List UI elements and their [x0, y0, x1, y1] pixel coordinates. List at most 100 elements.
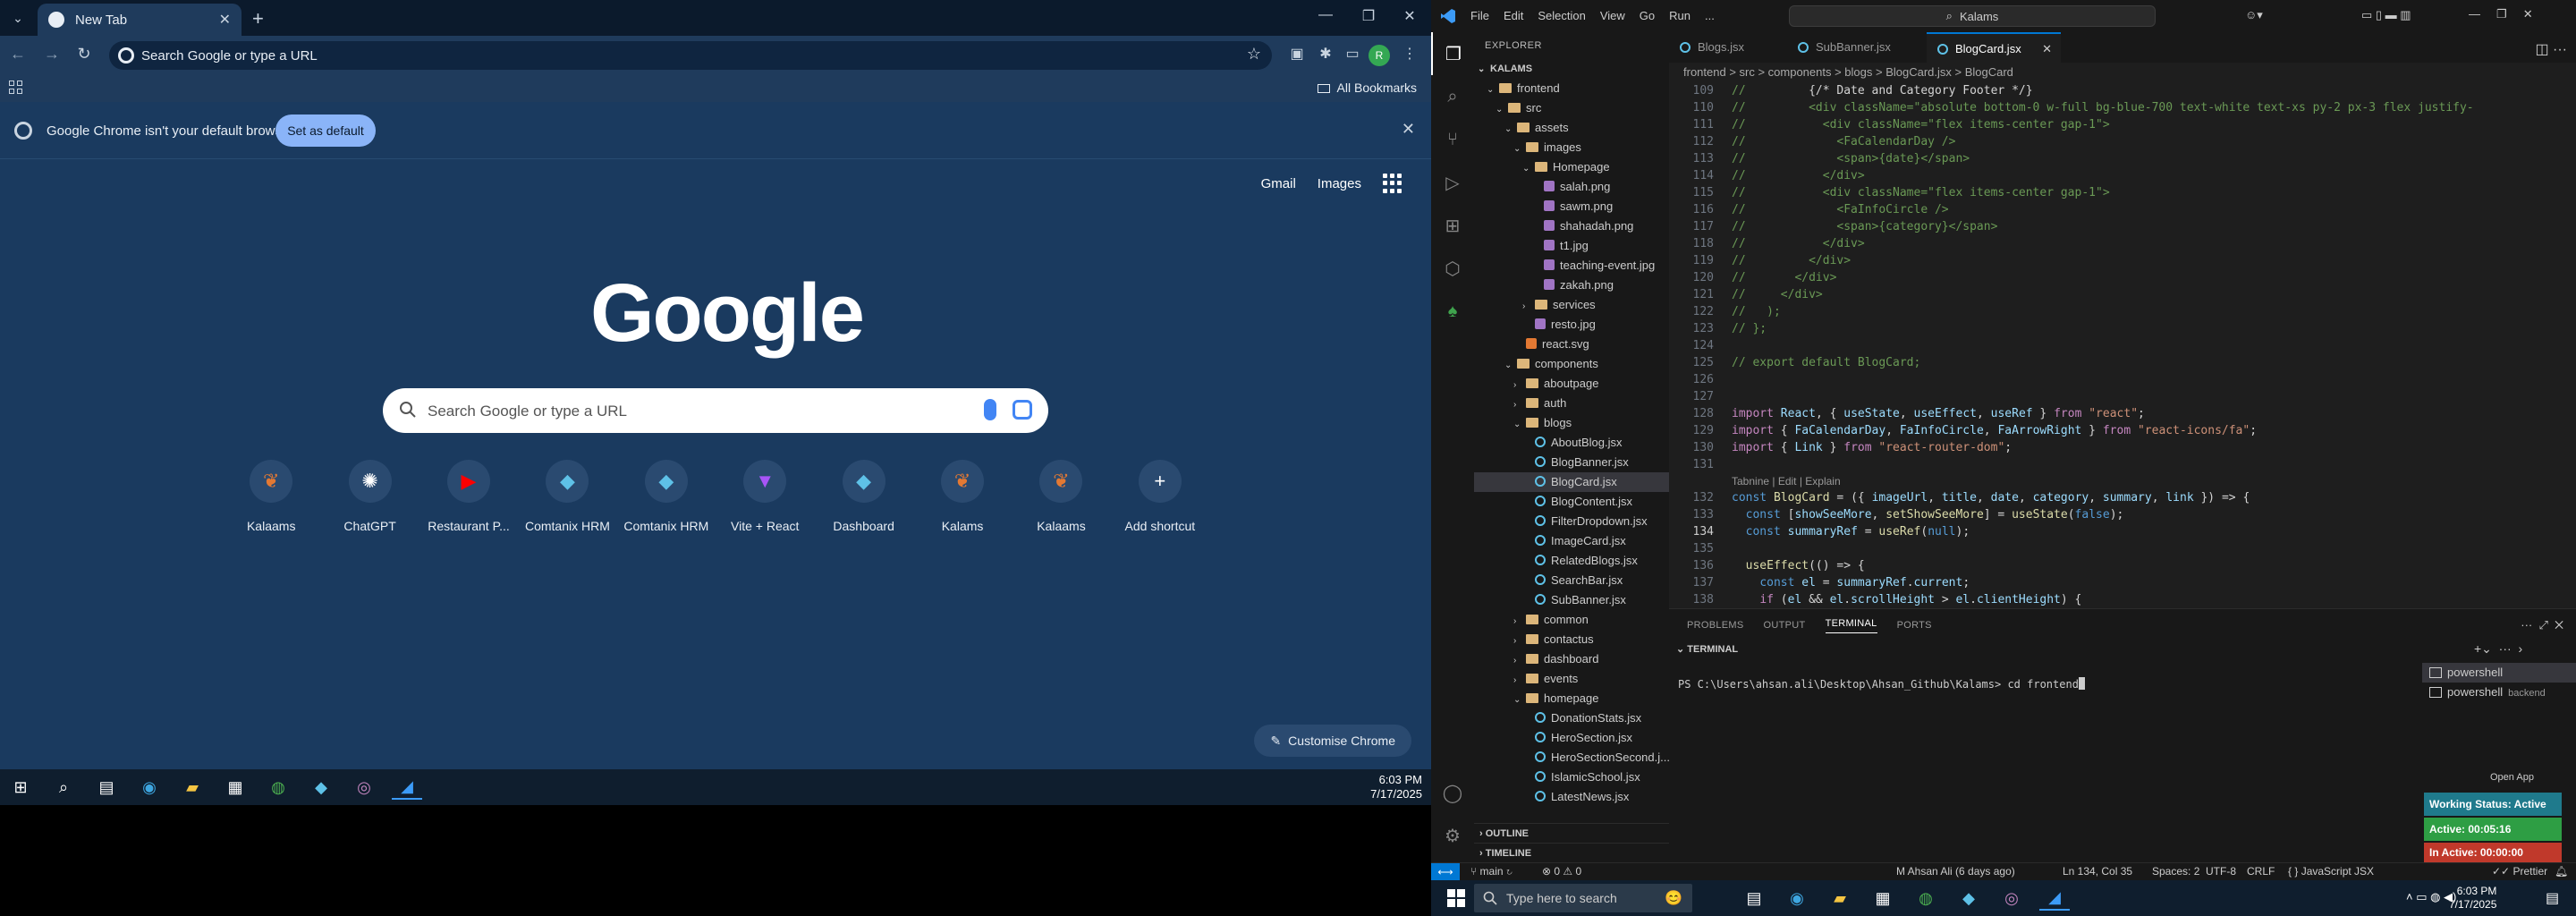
branch-status[interactable]: ⑂ main ↻ [1470, 865, 1513, 878]
tab-blogcard[interactable]: BlogCard.jsx ✕ [1927, 32, 2061, 63]
file-explorer-icon[interactable]: ▰ [177, 775, 208, 800]
code-line[interactable]: // {/* Date and Category Footer */} [1732, 84, 2033, 98]
breadcrumb[interactable]: frontend > src > components > blogs > Bl… [1669, 63, 2576, 82]
code-line[interactable]: // <div className="absolute bottom-0 w-f… [1732, 101, 2474, 114]
mongodb-icon[interactable]: ♠ [1431, 290, 1474, 333]
task-view-icon[interactable]: ▤ [91, 775, 122, 800]
remote-explorer-icon[interactable]: ⬡ [1431, 247, 1474, 290]
code-line[interactable]: const el = summaryRef.current; [1732, 576, 1970, 589]
tree-file[interactable]: BlogCard.jsx [1474, 472, 1669, 492]
tab-terminal[interactable]: TERMINAL [1825, 618, 1877, 633]
layout-icons[interactable]: ▭ ▯ ▬ ▥ [2361, 8, 2411, 22]
tree-file[interactable]: resto.jpg [1474, 315, 1669, 335]
set-default-button[interactable]: Set as default [275, 114, 376, 147]
code-line[interactable]: // ); [1732, 305, 1781, 318]
ntp-search-box[interactable]: Search Google or type a URL [383, 388, 1048, 433]
tree-folder[interactable]: ⌄ blogs [1474, 413, 1669, 433]
timeline-section[interactable]: › TIMELINE [1474, 843, 1669, 862]
tree-file[interactable]: HeroSection.jsx [1474, 728, 1669, 748]
run-debug-icon[interactable]: ▷ [1431, 161, 1474, 204]
code-line[interactable]: const summaryRef = useRef(null); [1732, 525, 1970, 539]
tab-output[interactable]: OUTPUT [1764, 620, 1806, 631]
command-center[interactable]: ⌕ Kalams [1789, 5, 2156, 27]
tree-file[interactable]: RelatedBlogs.jsx [1474, 551, 1669, 571]
notifications-bell-icon[interactable]: 🔔︎ [2555, 865, 2568, 878]
menu-item[interactable]: File [1470, 9, 1489, 22]
problems-status[interactable]: ⊗ 0 ⚠ 0 [1542, 865, 1581, 878]
address-bar[interactable]: Search Google or type a URL ☆ [109, 41, 1272, 70]
code-line[interactable]: // }; [1732, 322, 1767, 335]
editor-actions[interactable]: ◫ ··· [2535, 40, 2567, 58]
google-lens-icon[interactable] [1013, 400, 1032, 420]
tree-file[interactable]: SubBanner.jsx [1474, 590, 1669, 610]
github-desktop-icon[interactable]: ◎ [349, 775, 379, 800]
menu-item[interactable]: View [1600, 9, 1625, 22]
code-editor[interactable]: 109 110 111 112 113 114 115 116 117 118 119 120 121 1… [1669, 82, 2576, 608]
tree-file[interactable]: LatestNews.jsx [1474, 787, 1669, 807]
code-line[interactable]: // <FaInfoCircle /> [1732, 203, 1949, 216]
taskbar-search-icon[interactable]: ⌕ [48, 775, 79, 800]
chrome-taskbar-icon[interactable]: ◍ [263, 775, 293, 800]
windows-start-icon[interactable]: ⊞ [5, 775, 36, 800]
images-link[interactable]: Images [1318, 176, 1361, 191]
cursor-position[interactable]: Ln 134, Col 35 [2063, 865, 2132, 878]
open-app-button[interactable]: Open App [2490, 772, 2534, 783]
google-apps-icon[interactable] [1383, 174, 1402, 193]
terminal-output[interactable]: PS C:\Users\ahsan.ali\Desktop\Ahsan_Gith… [1678, 677, 2085, 691]
tabnine-hint[interactable]: Tabnine | Edit | Explain [1732, 475, 1841, 488]
settings-gear-icon[interactable]: ⚙ [1431, 814, 1474, 857]
shortcut-tile[interactable]: ▶ Restaurant P... [419, 460, 518, 533]
github-desktop-icon[interactable]: ◎ [1996, 886, 2027, 911]
store-icon[interactable]: ▦ [1868, 886, 1898, 911]
extensions-puzzle-icon[interactable]: ✱ [1315, 45, 1336, 66]
shortcut-tile[interactable]: ❦ Kalaams [1012, 460, 1110, 533]
split-view-icon[interactable]: ▭ [1342, 45, 1363, 66]
extension-icon[interactable]: ▣ [1286, 45, 1308, 66]
maximize-icon[interactable]: ❐ [1356, 7, 1381, 25]
code-line[interactable]: // <span>{date}</span> [1732, 152, 1970, 165]
tree-folder[interactable]: ⌄ src [1474, 98, 1669, 118]
code-line[interactable]: // <span>{category}</span> [1732, 220, 1997, 233]
shortcut-tile[interactable]: + Add shortcut [1111, 460, 1209, 533]
tree-file[interactable]: SearchBar.jsx [1474, 571, 1669, 590]
tree-folder[interactable]: › contactus [1474, 630, 1669, 649]
all-bookmarks[interactable]: All Bookmarks [1317, 81, 1417, 95]
tree-file[interactable]: ImageCard.jsx [1474, 531, 1669, 551]
shortcut-tile[interactable]: ◆ Dashboard [814, 460, 912, 533]
profile-avatar[interactable]: R [1368, 45, 1390, 66]
tree-folder[interactable]: › aboutpage [1474, 374, 1669, 394]
copilot-icon[interactable]: ☺▾ [2245, 8, 2263, 22]
code-line[interactable]: useEffect(() => { [1732, 559, 1865, 572]
file-explorer-icon[interactable]: ▰ [1825, 886, 1855, 911]
search-icon[interactable]: ⌕ [1431, 75, 1474, 118]
tree-folder[interactable]: ⌄ homepage [1474, 689, 1669, 708]
menu-item[interactable]: ... [1705, 9, 1715, 22]
encoding-status[interactable]: UTF-8 [2206, 865, 2236, 878]
tree-file[interactable]: BlogContent.jsx [1474, 492, 1669, 512]
tree-file[interactable]: FilterDropdown.jsx [1474, 512, 1669, 531]
app-taskbar-icon[interactable]: ◆ [1953, 886, 1984, 911]
shortcut-tile[interactable]: ◆ Comtanix HRM [617, 460, 716, 533]
tree-file[interactable]: teaching-event.jpg [1474, 256, 1669, 276]
account-icon[interactable]: ◯ [1431, 771, 1474, 814]
menu-item[interactable]: Run [1669, 9, 1690, 22]
code-line[interactable]: import { FaCalendarDay, FaInfoCircle, Fa… [1732, 424, 2257, 437]
tree-file[interactable]: t1.jpg [1474, 236, 1669, 256]
close-infobar-icon[interactable]: ✕ [1402, 120, 1415, 139]
chrome-taskbar-icon[interactable]: ◍ [1911, 886, 1941, 911]
tab-subbanner[interactable]: SubBanner.jsx [1787, 32, 1927, 63]
tree-folder[interactable]: ⌄ frontend [1474, 79, 1669, 98]
forward-icon[interactable]: → [41, 45, 63, 64]
menu-item[interactable]: Selection [1538, 9, 1585, 22]
tab-search-icon[interactable]: ⌄ [7, 7, 29, 29]
windows-start-icon[interactable] [1447, 889, 1465, 907]
menu-item[interactable]: Go [1640, 9, 1655, 22]
chrome-menu-icon[interactable]: ⋮ [1399, 45, 1420, 66]
close-tab-icon[interactable]: ✕ [2042, 34, 2052, 64]
new-terminal-icon[interactable]: +⌄ ··· › [2474, 641, 2522, 657]
code-line[interactable]: const [showSeeMore, setShowSeeMore] = us… [1732, 508, 2124, 522]
tree-folder[interactable]: › dashboard [1474, 649, 1669, 669]
reload-icon[interactable]: ↻ [73, 45, 95, 64]
workspace-root[interactable]: ⌄ KALAMS [1474, 59, 1669, 79]
tree-file[interactable]: AboutBlog.jsx [1474, 433, 1669, 453]
